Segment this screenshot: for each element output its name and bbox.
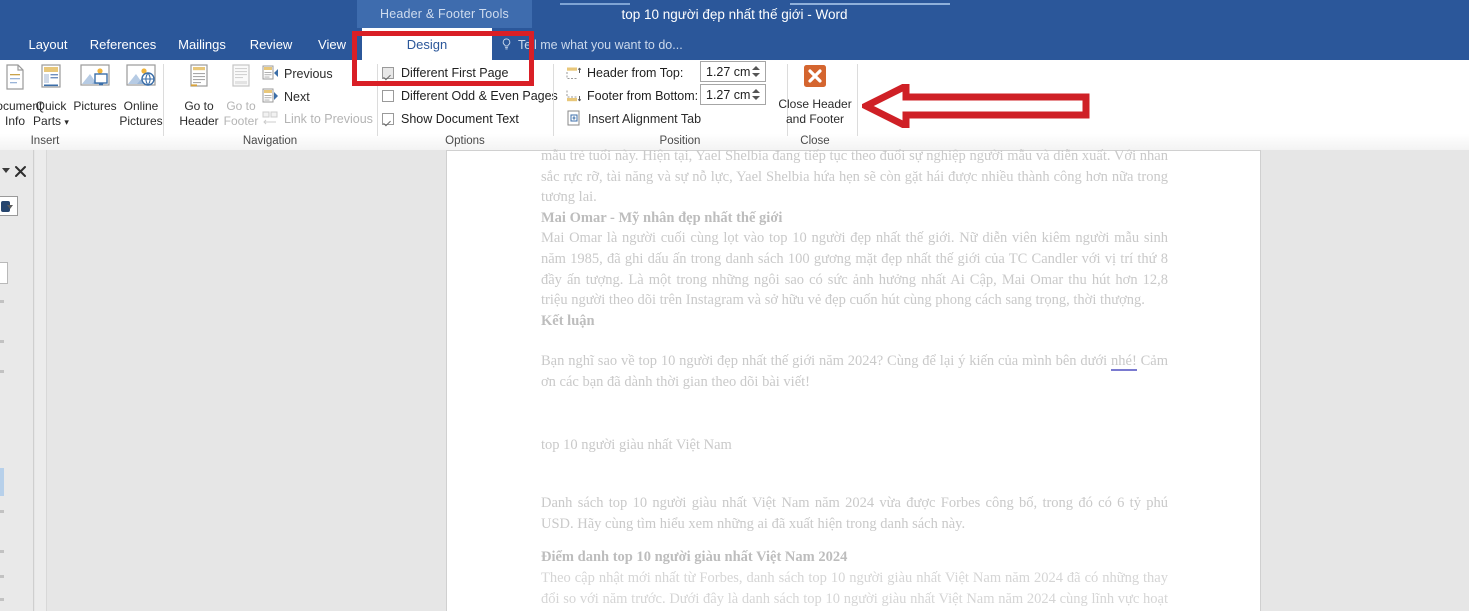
footer-from-bottom-input[interactable]: 1.27 cm [700,84,766,105]
window-title: top 10 người đẹp nhất thế giới - Word [621,7,848,22]
pane-tick [0,370,4,373]
pane-tick [0,300,4,303]
document-heading: Kết luận [541,312,595,329]
online-pictures-button[interactable]: Online Pictures [112,62,170,129]
footer-from-bottom-label: Footer from Bottom: [587,89,699,103]
group-label-insert: Insert [30,135,60,147]
document-paragraph-with-spellcheck: Bạn nghĩ sao về top 10 người đẹp nhất th… [541,351,1168,392]
next-section-label: Next [284,90,310,104]
document-body[interactable]: mẫu trẻ tuổi này. Hiện tại, Yael Shelbia… [541,146,1168,611]
close-header-and-footer-button[interactable]: Close Header and Footer [777,62,853,127]
document-paragraph: top 10 người giàu nhất Việt Nam [541,436,732,453]
next-section-button[interactable]: Next [262,86,310,108]
lightbulb-icon [500,30,513,50]
group-label-navigation: Navigation [242,135,298,147]
online-pictures-label-line2: Pictures [119,114,163,128]
group-label-options: Options [445,135,485,147]
pane-tick [0,598,4,601]
group-separator-5 [857,64,858,136]
different-odd-even-pages-checkbox[interactable]: Different Odd & Even Pages [382,85,558,107]
close-icon[interactable] [13,164,28,179]
document-paragraph: Danh sách top 10 người giàu nhất Việt Na… [541,495,1168,532]
header-from-top-icon [566,66,583,80]
document-paragraph: Theo cập nhật mới nhất từ Forbes, danh s… [541,569,1168,607]
pane-tick [0,510,4,513]
close-header-footer-label-line1: Close Header [778,97,852,111]
pane-tick [0,550,4,553]
different-first-page-checkbox[interactable]: Different First Page [382,62,508,84]
insert-alignment-tab-icon [566,110,583,126]
footer-from-bottom-spinner[interactable] [750,85,763,104]
show-document-text-checkbox[interactable]: Show Document Text [382,108,519,130]
footer-from-bottom-value: 1.27 cm [706,88,751,102]
tab-references[interactable]: References [80,28,166,60]
tab-view[interactable]: View [306,28,358,60]
tab-design[interactable]: Design [362,28,492,60]
chevron-down-icon[interactable] [2,168,10,173]
previous-section-button[interactable]: Previous [262,63,333,85]
footer-from-bottom-label-row: Footer from Bottom: [566,86,698,106]
word-window: Header & Footer Tools top 10 người đẹp n… [0,0,1469,611]
checkbox-box [382,67,394,79]
left-side-pane [0,150,34,611]
different-odd-even-pages-label: Different Odd & Even Pages [401,89,558,103]
group-separator-3 [553,64,554,136]
document-heading: Mai Omar - Mỹ nhân đẹp nhất thế giới [541,209,783,226]
checkbox-box [382,90,394,102]
tab-mailings[interactable]: Mailings [168,28,236,60]
header-from-top-value: 1.27 cm [706,65,751,79]
tell-me-placeholder: Tell me what you want to do... [518,38,683,52]
online-pictures-icon [112,62,170,97]
close-header-footer-icon [777,62,853,95]
pane-tick [0,575,4,578]
pane-selected-item[interactable] [0,468,4,496]
spellcheck-word: nhé! [1111,353,1137,372]
checkbox-box [382,113,394,125]
next-section-icon [262,88,279,104]
quick-parts-label-line2: Parts ▾ [33,114,69,128]
group-separator-2 [377,64,378,136]
close-header-footer-label-line2: and Footer [785,112,845,126]
text-before-spellcheck: Bạn nghĩ sao về top 10 người đẹp nhất th… [541,353,1112,370]
header-from-top-input[interactable]: 1.27 cm [700,61,766,82]
tab-layout[interactable]: Layout [20,28,76,60]
pane-dropdown[interactable] [0,196,18,216]
header-from-top-label: Header from Top: [587,66,684,80]
insert-alignment-tab-button[interactable]: Insert Alignment Tab [566,108,701,130]
chevron-down-icon [7,205,13,209]
group-separator-1 [163,64,164,136]
previous-section-label: Previous [284,67,333,81]
show-document-text-label: Show Document Text [401,112,519,126]
pane-item-box[interactable] [0,262,8,284]
tab-review[interactable]: Review [240,28,302,60]
different-first-page-label: Different First Page [401,66,509,80]
insert-alignment-tab-label: Insert Alignment Tab [588,112,702,126]
footer-from-bottom-icon [566,89,583,103]
link-to-previous-icon [262,110,279,126]
document-paragraph: mẫu trẻ tuổi này. Hiện tại, Yael Shelbia… [541,148,1168,206]
online-pictures-label-line1: Online [123,99,159,113]
document-paragraph: Mai Omar là người cuối cùng lọt vào top … [541,230,1168,309]
header-from-top-spinner[interactable] [750,62,763,81]
tell-me-search[interactable]: Tell me what you want to do... [500,28,683,60]
previous-section-icon [262,65,279,81]
link-to-previous-button[interactable]: Link to Previous [262,108,373,130]
link-to-previous-label: Link to Previous [284,112,373,126]
left-side-pane-gutter [35,150,47,611]
header-from-top-label-row: Header from Top: [566,63,683,83]
document-heading: Điểm danh top 10 người giàu nhất Việt Na… [541,549,848,566]
pane-tick [0,340,4,343]
